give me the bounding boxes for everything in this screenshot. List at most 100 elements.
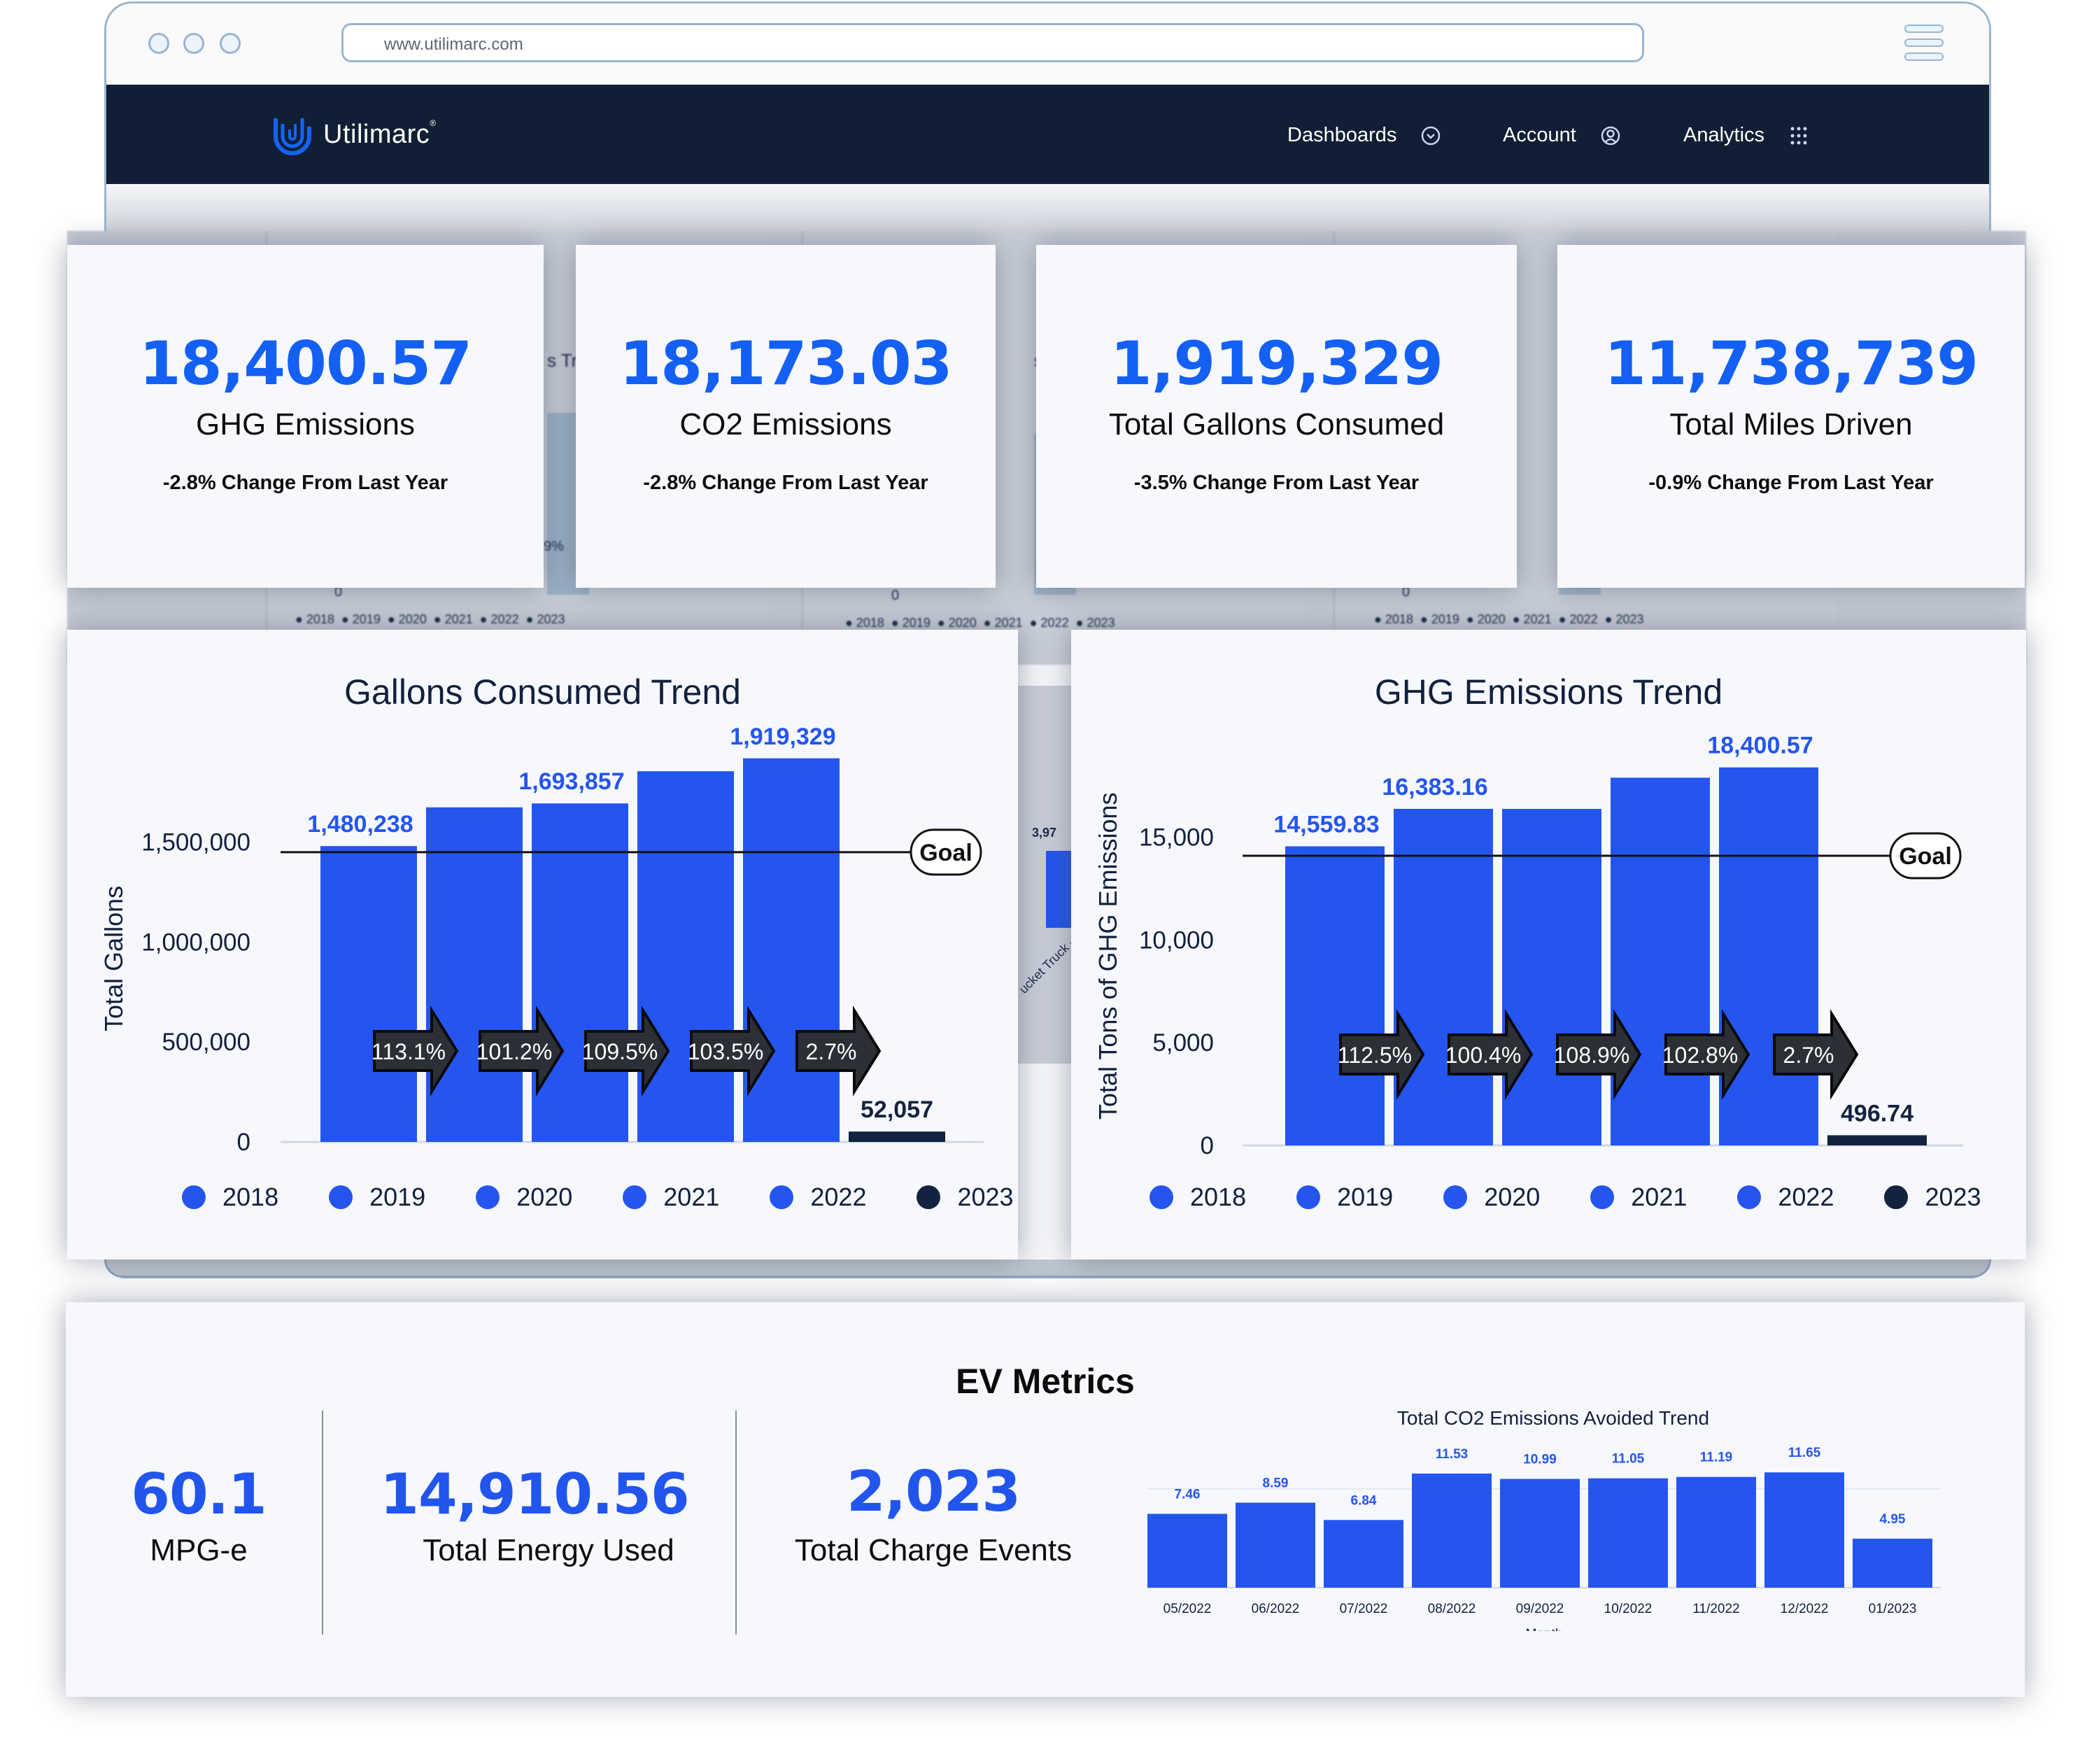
window-minimize-dot[interactable]	[183, 33, 204, 54]
legend-dot	[917, 1185, 941, 1209]
legend-item-2020[interactable]: 2020	[476, 1183, 572, 1212]
kpi-change: -2.8% Change From Last Year	[643, 472, 928, 494]
legend-dot	[1296, 1185, 1321, 1209]
legend-label: 2019	[369, 1183, 426, 1211]
bar-data-label: 11.53	[1436, 1447, 1469, 1462]
bar-data-label: 11.65	[1788, 1446, 1821, 1460]
growth-label: 108.9%	[1554, 1043, 1630, 1068]
legend-item-2021[interactable]: 2021	[623, 1183, 719, 1212]
kpi-change: -2.8% Change From Last Year	[162, 472, 448, 494]
bar-2023	[1827, 1135, 1927, 1145]
legend-item-2018[interactable]: 2018	[1149, 1183, 1246, 1212]
bar-06/2022	[1236, 1502, 1315, 1588]
legend-item-2022[interactable]: 2022	[770, 1183, 866, 1212]
window-close-dot[interactable]	[148, 33, 169, 54]
bar-05/2022	[1147, 1513, 1227, 1588]
kpi-card-ghg[interactable]: 18,400.57 GHG Emissions -2.8% Change Fro…	[67, 245, 544, 588]
goal-label: Goal	[1899, 843, 1952, 870]
legend-label: 2019	[1337, 1183, 1394, 1211]
x-tick-label: 01/2023	[1869, 1602, 1917, 1616]
grid-dots-icon	[1790, 127, 1807, 144]
bar-data-label: 18,400.57	[1707, 733, 1813, 759]
nav-account[interactable]: Account	[1503, 124, 1621, 147]
bar-data-label: 4.95	[1880, 1512, 1906, 1527]
legend-item-2023[interactable]: 2023	[917, 1183, 1014, 1212]
legend-label: 2021	[1631, 1183, 1688, 1211]
legend-item-2023[interactable]: 2023	[1884, 1183, 1981, 1212]
ghg-chart: 0 5,000 10,000 15,000 14,559.8316,383.16 18,4…	[1139, 733, 1963, 1159]
top-nav: Utilimarc® Dashboards Account Analytics	[106, 85, 1989, 184]
x-tick-label: 10/2022	[1604, 1602, 1653, 1616]
growth-label: 112.5%	[1338, 1043, 1412, 1068]
growth-label: 2.7%	[1783, 1043, 1834, 1068]
legend-item-2022[interactable]: 2022	[1737, 1183, 1834, 1212]
legend-label: 2023	[1925, 1183, 1981, 1211]
growth-label: 113.1%	[372, 1039, 446, 1064]
brand-name[interactable]: Utilimarc®	[323, 118, 437, 150]
legend-item-2020[interactable]: 2020	[1443, 1183, 1540, 1212]
legend-label: 2020	[516, 1183, 573, 1211]
kpi-card-gallons[interactable]: 1,919,329 Total Gallons Consumed -3.5% C…	[1036, 245, 1517, 588]
bar-2023	[849, 1131, 945, 1142]
x-tick-label: 12/2022	[1781, 1602, 1829, 1616]
bar-data-label: 1,480,238	[307, 811, 413, 838]
bar-data-label: 10.99	[1523, 1453, 1557, 1467]
kpi-value: 1,919,329	[1110, 329, 1443, 399]
legend-item-2019[interactable]: 2019	[1296, 1183, 1393, 1212]
bar-data-label: 11.19	[1700, 1451, 1733, 1465]
window-maximize-dot[interactable]	[220, 33, 241, 54]
growth-label: 100.4%	[1445, 1043, 1522, 1068]
legend-label: 2020	[1484, 1183, 1541, 1211]
bar-11/2022	[1676, 1476, 1756, 1588]
legend-item-2021[interactable]: 2021	[1590, 1183, 1687, 1212]
bar-07/2022	[1324, 1520, 1403, 1588]
bar-2022	[743, 758, 840, 1142]
legend-dot	[623, 1185, 647, 1209]
bar-08/2022	[1412, 1473, 1492, 1588]
y-tick-label: 0	[237, 1129, 250, 1156]
y-tick-label: 1,500,000	[141, 829, 250, 856]
utilimarc-logo-icon	[274, 118, 311, 155]
bar-data-label: 1,693,857	[518, 768, 624, 795]
kpi-change: -3.5% Change From Last Year	[1133, 472, 1420, 494]
kpi-card-co2[interactable]: 18,173.03 CO2 Emissions -2.8% Change Fro…	[576, 245, 996, 588]
ev-metric-value: 60.1	[131, 1462, 267, 1527]
kpi-value: 18,173.03	[619, 329, 952, 399]
bar-12/2022	[1764, 1472, 1844, 1588]
bar-2018	[1285, 846, 1385, 1145]
x-tick-label: 07/2022	[1340, 1602, 1388, 1616]
kpi-card-miles[interactable]: 11,738,739 Total Miles Driven -0.9% Chan…	[1557, 245, 2025, 588]
y-tick-label: 5,000	[1152, 1029, 1214, 1057]
ev-metric-label: Total Energy Used	[423, 1533, 674, 1567]
bar-data-label: 11.05	[1612, 1452, 1645, 1467]
x-tick-label: 08/2022	[1428, 1602, 1476, 1616]
x-tick-label: 05/2022	[1163, 1602, 1212, 1616]
co2-avoided-chart: 7.46 05/2022 8.59 06/2022 6.84 07/2022 11.53 08…	[1147, 1446, 1941, 1631]
growth-label: 109.5%	[582, 1039, 658, 1064]
nav-analytics[interactable]: Analytics	[1683, 124, 1809, 147]
ev-chart-title: Total CO2 Emissions Avoided Trend	[1396, 1407, 1710, 1429]
growth-label: 103.5%	[688, 1039, 764, 1064]
legend-dot	[329, 1185, 353, 1209]
kpi-label: Total Gallons Consumed	[1108, 407, 1445, 442]
ghg-trend-card: GHG Emissions Trend Total Tons of GHG Em…	[1071, 630, 2026, 1260]
divider	[322, 1411, 323, 1635]
x-tick-label: 06/2022	[1252, 1602, 1300, 1616]
nav-dashboards[interactable]: Dashboards	[1287, 124, 1441, 147]
kpi-label: Total Miles Driven	[1669, 407, 1913, 442]
bar-01/2023	[1853, 1538, 1932, 1588]
x-tick-label: 11/2022	[1692, 1602, 1739, 1616]
legend-item-2019[interactable]: 2019	[329, 1183, 425, 1212]
bar-data-label: 496.74	[1841, 1100, 1913, 1127]
y-tick-label: 10,000	[1139, 926, 1214, 954]
bar-2019	[1394, 808, 1493, 1145]
kpi-change: -0.9% Change From Last Year	[1648, 472, 1934, 494]
x-axis-label: Month	[1526, 1627, 1563, 1631]
bar-2020	[532, 803, 628, 1142]
legend-item-2018[interactable]: 2018	[182, 1183, 278, 1212]
goal-label: Goal	[919, 840, 972, 866]
growth-label: 102.8%	[1662, 1043, 1739, 1068]
address-bar[interactable]: www.utilimarc.com	[341, 23, 1644, 62]
legend-label: 2022	[810, 1183, 867, 1211]
bar-data-label: 14,559.83	[1273, 811, 1379, 838]
